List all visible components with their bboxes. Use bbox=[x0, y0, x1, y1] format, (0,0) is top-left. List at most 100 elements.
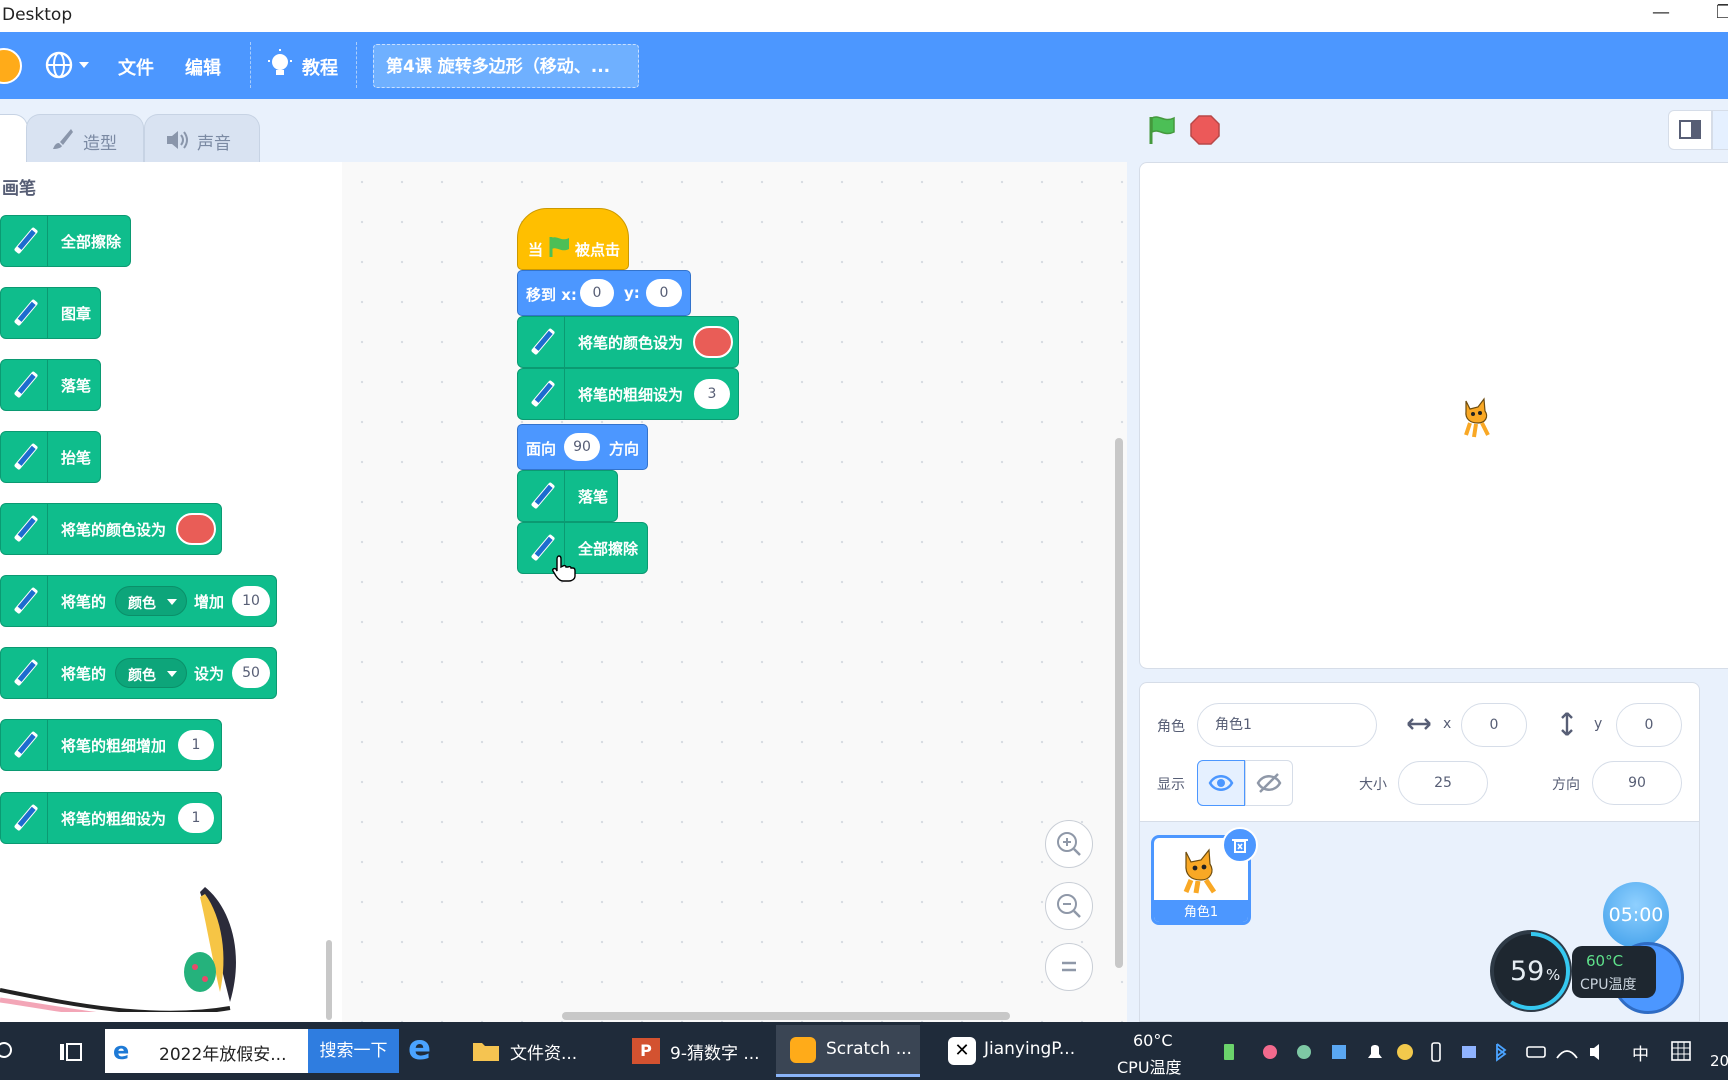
hide-sprite-button[interactable] bbox=[1245, 760, 1293, 806]
caret-down-icon bbox=[167, 599, 177, 605]
script-clear[interactable]: 全部擦除 bbox=[517, 522, 648, 574]
script-point-direction[interactable]: 面向 90 方向 bbox=[517, 424, 648, 470]
block-label: 落笔 bbox=[578, 488, 609, 506]
palette-scrollbar[interactable] bbox=[326, 940, 332, 1020]
script-when-flag-clicked[interactable]: 当 被点击 bbox=[517, 208, 629, 270]
divider bbox=[356, 42, 357, 88]
sprite-name-input[interactable]: 角色1 bbox=[1197, 703, 1377, 747]
show-sprite-button[interactable] bbox=[1197, 760, 1245, 806]
taskbar: e 2022年放假安... 搜索一下 e 文件资... P 9-猜数字 ... … bbox=[0, 1022, 1728, 1080]
block-label: 将笔的粗细设为 bbox=[61, 810, 167, 828]
brush-icon bbox=[53, 129, 73, 149]
zoom-in-button[interactable] bbox=[1045, 820, 1093, 868]
horizontal-arrows-icon bbox=[1407, 718, 1431, 730]
script-pen-down[interactable]: 落笔 bbox=[517, 470, 618, 522]
taskbar-app-scratch[interactable]: Scratch ... bbox=[776, 1025, 920, 1077]
block-label: 将笔的 bbox=[61, 665, 107, 683]
block-label: 将笔的粗细设为 bbox=[578, 386, 684, 404]
y-input[interactable]: 0 bbox=[1616, 703, 1682, 747]
delete-sprite-button[interactable] bbox=[1222, 827, 1258, 863]
block-label: 将笔的粗细增加 bbox=[61, 737, 167, 755]
edit-menu[interactable]: 编辑 bbox=[185, 54, 221, 80]
edge-icon[interactable]: e bbox=[408, 1028, 431, 1068]
param-dropdown[interactable]: 颜色 bbox=[115, 586, 187, 616]
x-input[interactable]: 0 bbox=[1461, 703, 1527, 747]
direction-input[interactable]: 90 bbox=[564, 433, 600, 461]
menu-bar: 文件 编辑 教程 第4课 旋转多边形（移动、... bbox=[0, 32, 1728, 99]
language-menu[interactable] bbox=[45, 49, 105, 81]
keyboard-grid-icon[interactable] bbox=[1670, 1040, 1692, 1062]
show-label: 显示 bbox=[1157, 777, 1185, 793]
window-title-bar: Desktop — ❐ bbox=[0, 0, 1728, 32]
taskbar-app-explorer[interactable]: 文件资... bbox=[458, 1025, 602, 1077]
code-horizontal-scrollbar[interactable] bbox=[562, 1012, 1010, 1020]
task-view-icon[interactable] bbox=[58, 1040, 84, 1064]
direction-input[interactable]: 90 bbox=[1592, 761, 1682, 805]
palette-block-clear[interactable]: 全部擦除 bbox=[0, 215, 131, 267]
search-go-button[interactable]: 搜索一下 bbox=[308, 1029, 399, 1073]
tab-costumes[interactable]: 造型 bbox=[26, 114, 144, 162]
code-vertical-scrollbar[interactable] bbox=[1115, 438, 1123, 968]
block-label: 全部擦除 bbox=[61, 233, 122, 251]
stage[interactable] bbox=[1139, 162, 1728, 669]
input-method-indicator[interactable]: 中 bbox=[1632, 1040, 1649, 1065]
system-tray-icons[interactable] bbox=[1222, 1040, 1622, 1064]
zoom-out-button[interactable] bbox=[1045, 882, 1093, 930]
zoom-in-icon bbox=[1057, 832, 1081, 856]
palette-block-set-pen-param[interactable]: 将笔的 颜色 设为 50 bbox=[0, 647, 277, 699]
project-title-input[interactable]: 第4课 旋转多边形（移动、... bbox=[373, 44, 639, 88]
stop-button[interactable] bbox=[1190, 115, 1220, 145]
tab-sounds[interactable]: 声音 bbox=[144, 114, 260, 162]
palette-block-set-pen-color[interactable]: 将笔的颜色设为 bbox=[0, 503, 222, 555]
dropdown-value: 颜色 bbox=[128, 668, 156, 684]
jianying-icon: ✕ bbox=[948, 1037, 976, 1065]
script-set-pen-size[interactable]: 将笔的粗细设为 3 bbox=[517, 368, 739, 420]
param-dropdown[interactable]: 颜色 bbox=[115, 658, 187, 688]
vertical-arrows-icon bbox=[1561, 712, 1573, 736]
value-input[interactable]: 1 bbox=[178, 730, 214, 760]
direction-label: 方向 bbox=[1552, 777, 1580, 793]
palette-block-pen-down[interactable]: 落笔 bbox=[0, 359, 101, 411]
green-flag-button[interactable] bbox=[1145, 114, 1177, 146]
palette-block-change-pen-param[interactable]: 将笔的 颜色 增加 10 bbox=[0, 575, 277, 627]
x-input[interactable]: 0 bbox=[580, 279, 614, 307]
tutorials-button[interactable]: 教程 bbox=[266, 49, 346, 83]
block-label: 图章 bbox=[61, 305, 92, 323]
value-input[interactable]: 10 bbox=[232, 586, 270, 616]
tab-code[interactable] bbox=[0, 114, 28, 164]
clock[interactable]: 20 bbox=[1710, 1052, 1728, 1070]
script-goto-xy[interactable]: 移到 x: 0 y: 0 bbox=[517, 270, 691, 316]
small-stage-button[interactable] bbox=[1668, 110, 1712, 150]
value-input[interactable]: 3 bbox=[694, 379, 730, 409]
taskbar-temp-label: CPU温度 bbox=[1117, 1058, 1182, 1077]
code-area[interactable]: 当 被点击 移到 x: 0 y: 0 将笔的颜色设为 将笔的粗细设为 3 面向 … bbox=[342, 162, 1127, 1022]
taskbar-app-jianying[interactable]: ✕ JianyingP... bbox=[934, 1025, 1086, 1077]
cpu-temp-widget: 60°C CPU温度 bbox=[1572, 946, 1656, 998]
restore-button[interactable]: ❐ bbox=[1716, 2, 1728, 23]
large-stage-button[interactable] bbox=[1712, 110, 1728, 150]
value-input[interactable]: 1 bbox=[178, 803, 214, 833]
size-input[interactable]: 25 bbox=[1398, 761, 1488, 805]
search-icon[interactable] bbox=[0, 1040, 18, 1064]
category-label: 画笔 bbox=[2, 179, 36, 199]
y-input[interactable]: 0 bbox=[646, 279, 682, 307]
scratch-logo[interactable] bbox=[0, 48, 22, 84]
color-swatch[interactable] bbox=[176, 513, 216, 545]
value-input[interactable]: 50 bbox=[232, 658, 270, 688]
browser-search-box[interactable]: e 2022年放假安... bbox=[105, 1029, 308, 1073]
palette-block-stamp[interactable]: 图章 bbox=[0, 287, 101, 339]
taskbar-app-label: JianyingP... bbox=[984, 1039, 1076, 1059]
file-menu[interactable]: 文件 bbox=[118, 54, 154, 80]
palette-block-pen-up[interactable]: 抬笔 bbox=[0, 431, 101, 483]
minimize-button[interactable]: — bbox=[1652, 2, 1670, 23]
script-set-pen-color[interactable]: 将笔的颜色设为 bbox=[517, 316, 739, 368]
lightbulb-icon bbox=[268, 49, 292, 75]
cpu-usage-unit: % bbox=[1546, 966, 1561, 984]
timer-widget[interactable]: 05:00 bbox=[1603, 882, 1669, 948]
palette-block-set-pen-size[interactable]: 将笔的粗细设为 1 bbox=[0, 792, 222, 844]
color-swatch[interactable] bbox=[693, 326, 733, 358]
taskbar-app-powerpoint[interactable]: P 9-猜数字 ... bbox=[618, 1025, 762, 1077]
palette-block-change-pen-size[interactable]: 将笔的粗细增加 1 bbox=[0, 719, 222, 771]
zoom-reset-button[interactable] bbox=[1045, 943, 1093, 991]
trash-icon bbox=[1232, 839, 1248, 853]
